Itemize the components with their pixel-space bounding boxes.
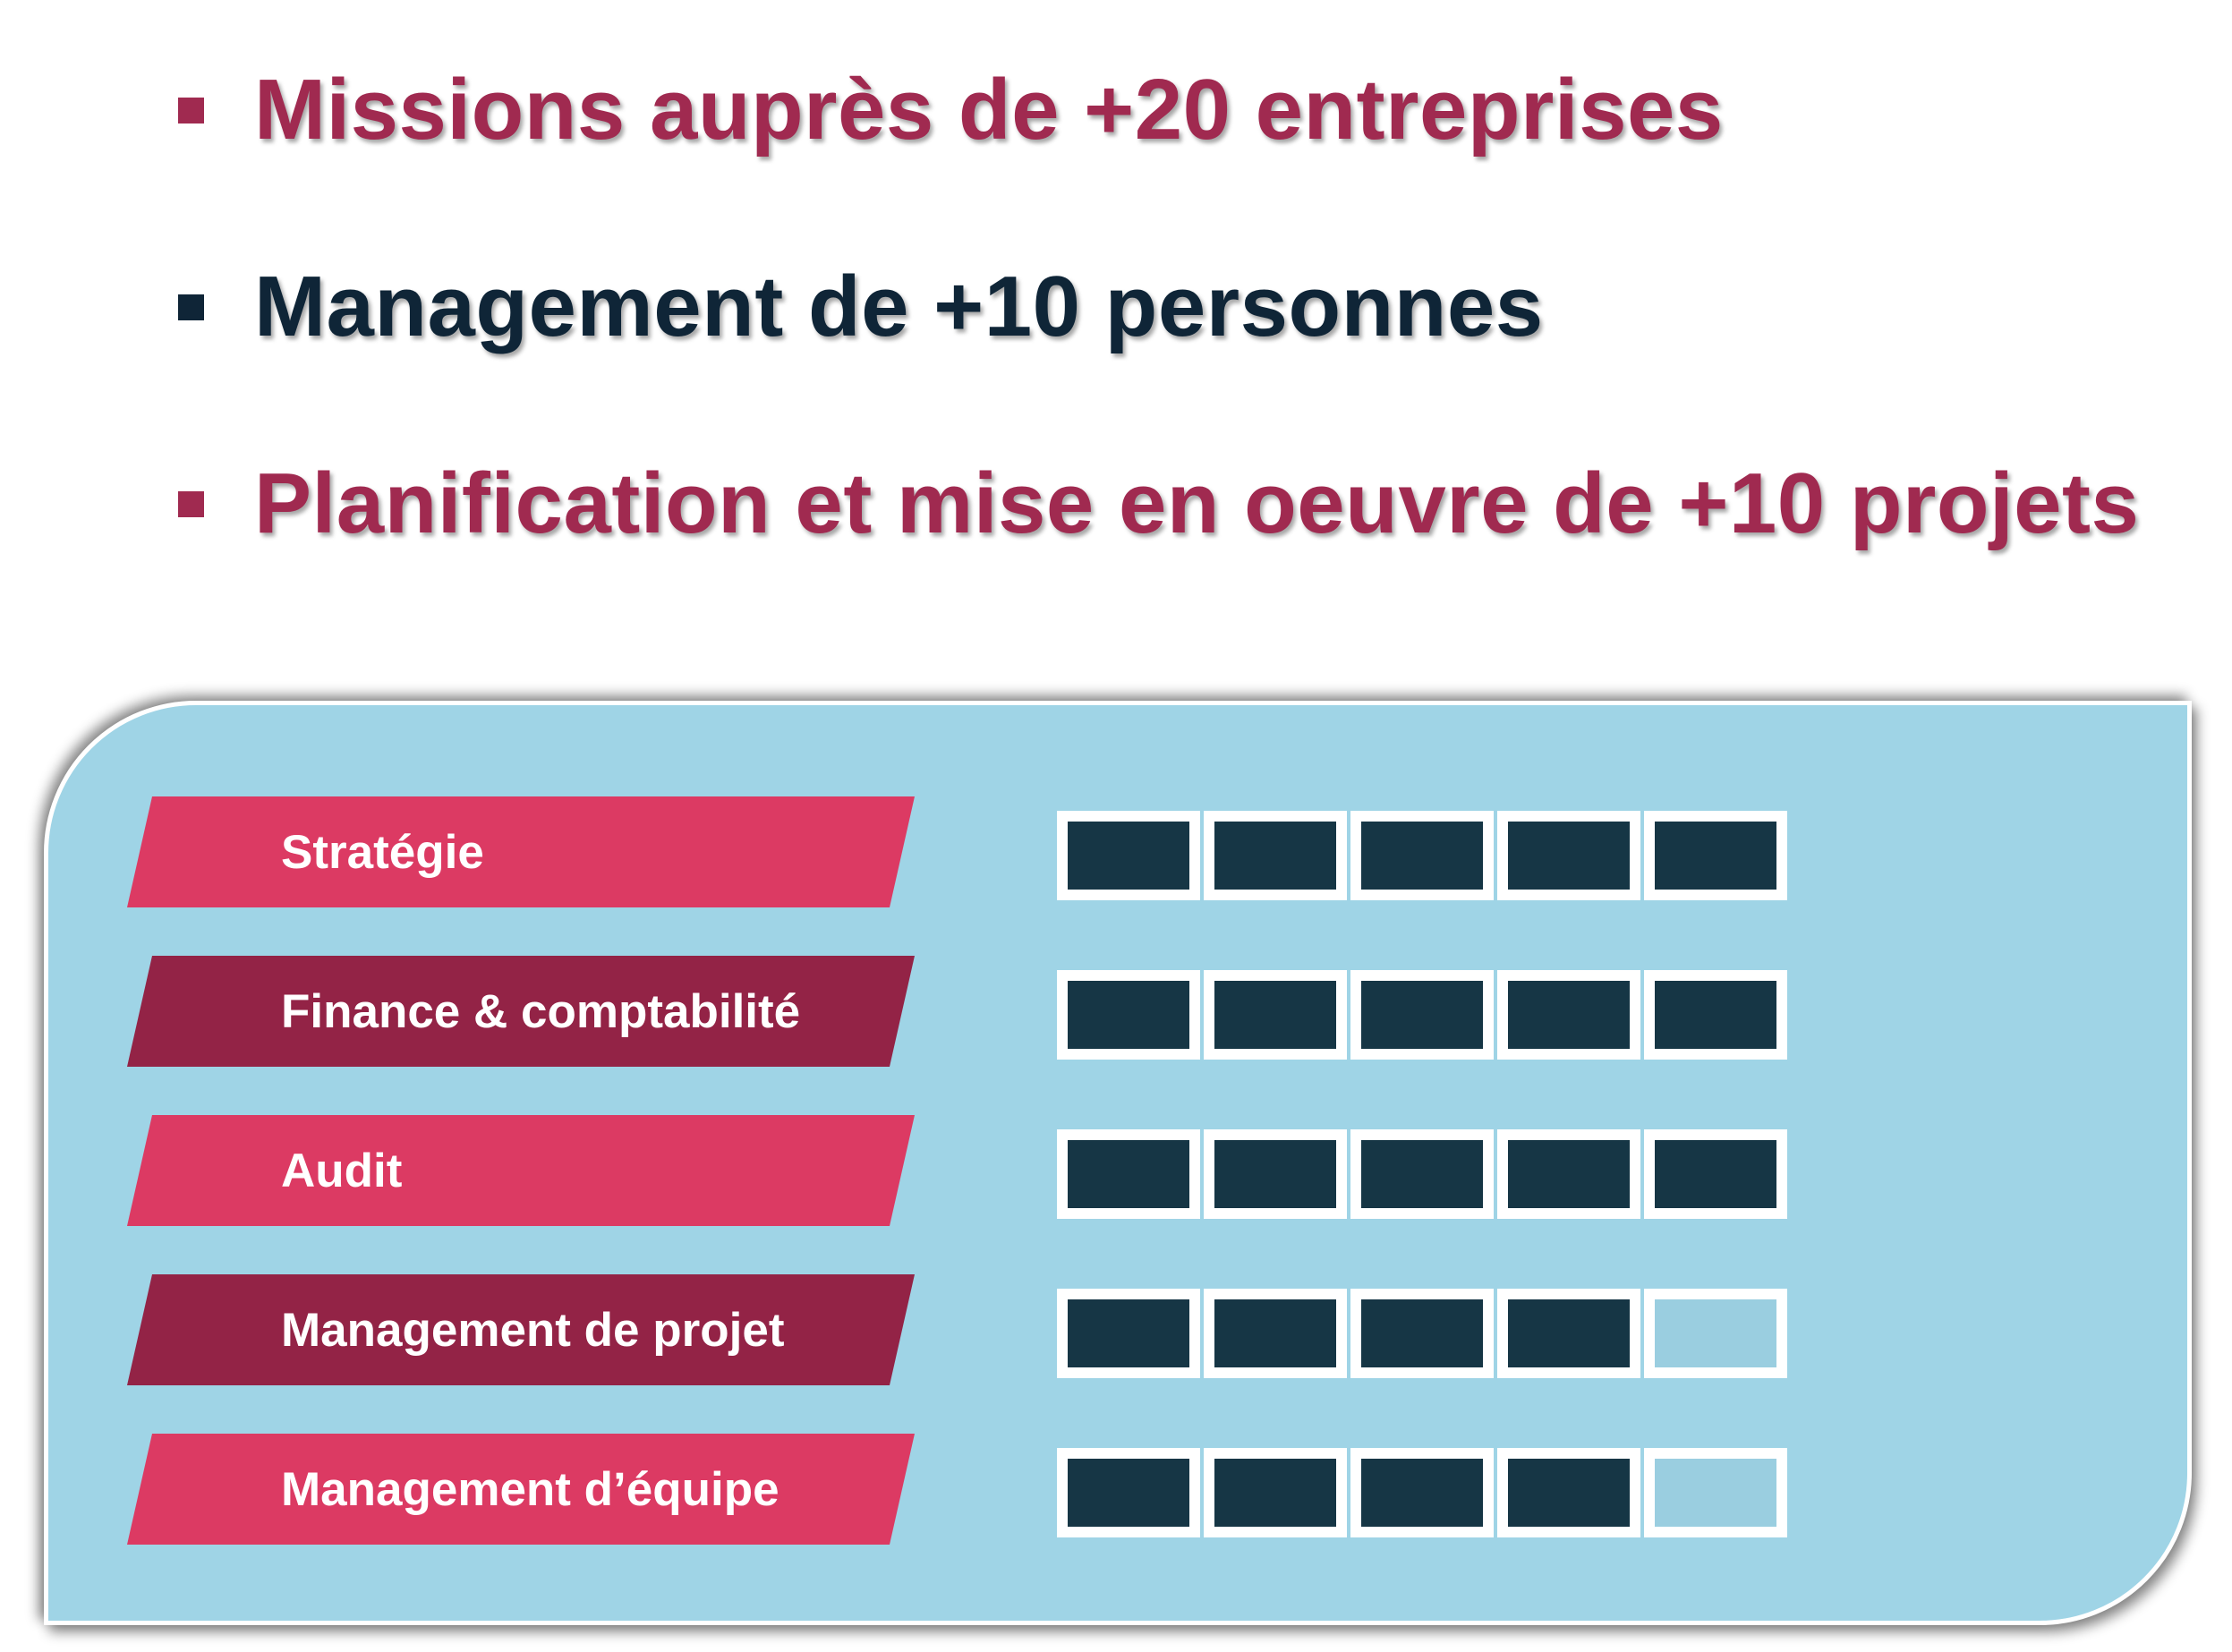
level-box-filled bbox=[1057, 1289, 1200, 1378]
level-box-empty bbox=[1644, 1448, 1787, 1537]
skill-row-finance: Finance & comptabilité bbox=[48, 956, 2187, 1067]
level-box-filled bbox=[1350, 970, 1494, 1060]
level-box-filled bbox=[1350, 1448, 1494, 1537]
skill-level-boxes bbox=[1057, 1289, 1791, 1378]
highlight-item-missions: Missions auprès de +20 entreprises bbox=[178, 43, 1724, 177]
skill-row-strategie: Stratégie bbox=[48, 796, 2187, 907]
skill-row-management-projet: Management de projet bbox=[48, 1274, 2187, 1385]
skill-label-text: Management d’équipe bbox=[281, 1462, 779, 1516]
skill-label-tag: Finance & comptabilité bbox=[127, 956, 915, 1067]
level-box-filled bbox=[1644, 970, 1787, 1060]
level-box-empty bbox=[1644, 1289, 1787, 1378]
bullet-square-icon bbox=[178, 97, 204, 123]
skill-label-text: Finance & comptabilité bbox=[281, 984, 801, 1038]
skill-level-boxes bbox=[1057, 1448, 1791, 1537]
level-box-filled bbox=[1497, 1448, 1640, 1537]
skill-row-audit: Audit bbox=[48, 1115, 2187, 1226]
level-box-filled bbox=[1057, 1129, 1200, 1219]
skill-label-tag: Stratégie bbox=[127, 796, 915, 907]
bullet-square-icon bbox=[178, 490, 204, 517]
skill-level-boxes bbox=[1057, 811, 1791, 900]
level-box-filled bbox=[1204, 1129, 1347, 1219]
level-box-filled bbox=[1497, 970, 1640, 1060]
highlight-text: Planification et mise en oeuvre de +10 p… bbox=[254, 456, 2140, 551]
highlight-item-projects: Planification et mise en oeuvre de +10 p… bbox=[178, 437, 2139, 571]
skill-row-management-equipe: Management d’équipe bbox=[48, 1434, 2187, 1545]
level-box-filled bbox=[1350, 811, 1494, 900]
bullet-square-icon bbox=[178, 294, 204, 320]
skill-label-text: Management de projet bbox=[281, 1303, 785, 1357]
level-box-filled bbox=[1497, 1289, 1640, 1378]
skill-level-boxes bbox=[1057, 1129, 1791, 1219]
level-box-filled bbox=[1497, 811, 1640, 900]
highlight-item-management: Management de +10 personnes bbox=[178, 240, 1544, 374]
level-box-filled bbox=[1350, 1129, 1494, 1219]
level-box-filled bbox=[1057, 970, 1200, 1060]
level-box-filled bbox=[1204, 811, 1347, 900]
skill-label-tag: Audit bbox=[127, 1115, 915, 1226]
highlight-text: Missions auprès de +20 entreprises bbox=[254, 62, 1724, 158]
skill-label-text: Audit bbox=[281, 1144, 403, 1197]
highlight-text: Management de +10 personnes bbox=[254, 259, 1544, 354]
skills-panel: Stratégie Finance & comptabilité Audit M… bbox=[44, 701, 2192, 1625]
level-box-filled bbox=[1057, 811, 1200, 900]
skill-label-tag: Management d’équipe bbox=[127, 1434, 915, 1545]
level-box-filled bbox=[1204, 1448, 1347, 1537]
level-box-filled bbox=[1350, 1289, 1494, 1378]
level-box-filled bbox=[1057, 1448, 1200, 1537]
level-box-filled bbox=[1644, 1129, 1787, 1219]
skill-level-boxes bbox=[1057, 970, 1791, 1060]
skill-label-tag: Management de projet bbox=[127, 1274, 915, 1385]
level-box-filled bbox=[1204, 1289, 1347, 1378]
level-box-filled bbox=[1644, 811, 1787, 900]
level-box-filled bbox=[1204, 970, 1347, 1060]
level-box-filled bbox=[1497, 1129, 1640, 1219]
skill-label-text: Stratégie bbox=[281, 825, 484, 879]
